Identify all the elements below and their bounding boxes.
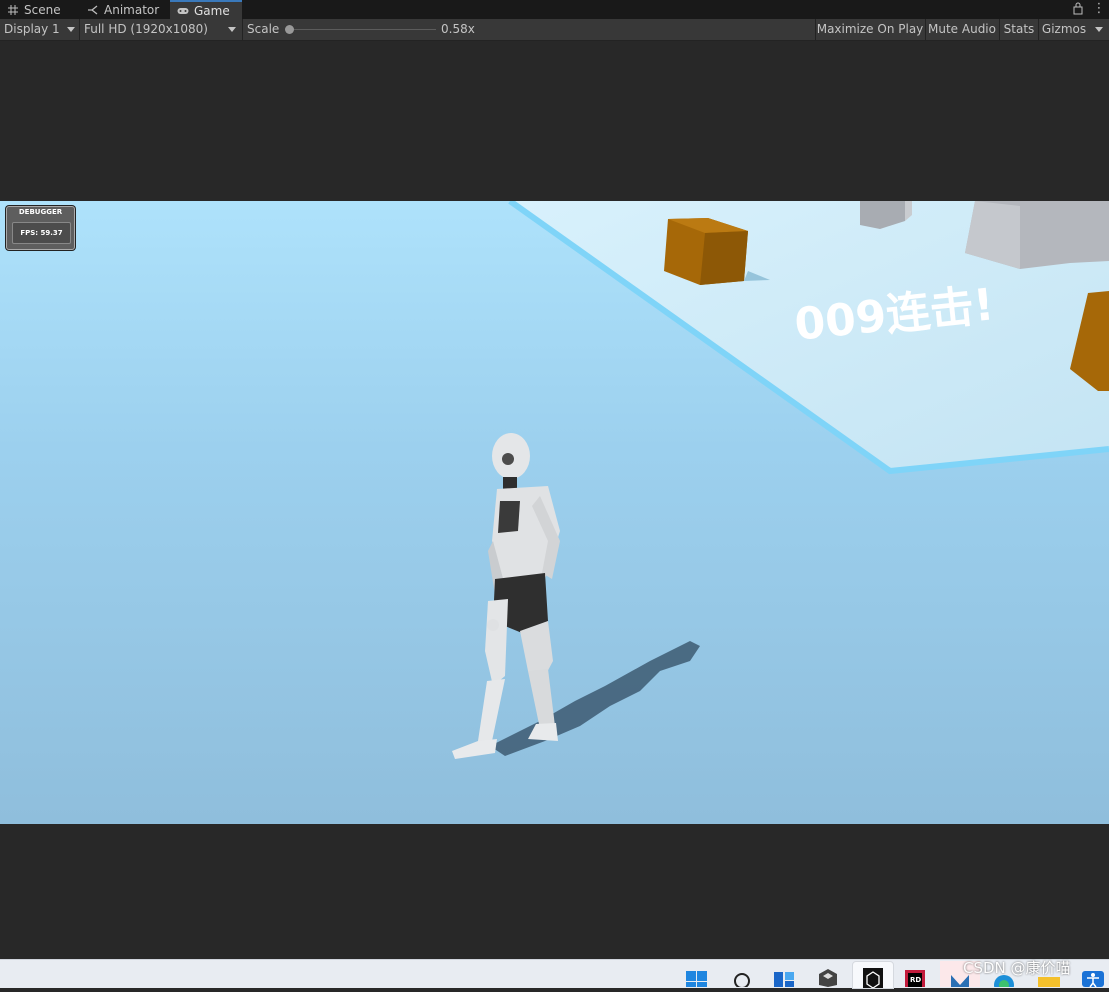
chevron-down-icon (1095, 27, 1103, 32)
scale-label: Scale (247, 22, 280, 36)
animator-icon (88, 4, 98, 15)
character (452, 433, 560, 759)
tab-animator-label: Animator (104, 2, 160, 17)
task-view-icon[interactable] (771, 963, 797, 987)
mute-audio-toggle[interactable]: Mute Audio (926, 19, 998, 40)
rider-icon[interactable]: RD (902, 963, 928, 987)
scale-value: 0.58x (441, 22, 475, 36)
gizmos-toggle[interactable]: Gizmos (1039, 19, 1089, 40)
tab-game-label: Game (194, 3, 230, 18)
display-label: Display 1 (4, 22, 60, 36)
character-shadow (490, 641, 700, 756)
game-scene: 009连击! (452, 201, 1109, 759)
tab-animator[interactable]: Animator (80, 0, 168, 19)
divider (242, 19, 243, 40)
accessibility-icon[interactable] (1080, 963, 1106, 988)
display-dropdown[interactable]: Display 1 (0, 19, 78, 40)
kebab-menu-icon[interactable]: ⋮ (1092, 0, 1106, 18)
debugger-title: DEBUGGER (18, 208, 63, 216)
tab-scene-label: Scene (24, 2, 61, 17)
tab-game[interactable]: Game (170, 0, 242, 19)
windows-start-icon[interactable] (684, 963, 710, 987)
gamepad-icon (177, 7, 189, 14)
search-icon[interactable] (729, 963, 755, 989)
tab-bar: Scene Animator Game ⋮ (0, 0, 1109, 19)
scale-slider-track[interactable] (288, 29, 436, 30)
maximize-on-play-toggle[interactable]: Maximize On Play (816, 19, 924, 40)
scale-slider-thumb[interactable] (285, 25, 294, 34)
stats-toggle[interactable]: Stats (1000, 19, 1038, 40)
tab-scene[interactable]: Scene (0, 0, 75, 19)
resolution-label: Full HD (1920x1080) (84, 22, 208, 36)
resolution-dropdown[interactable]: Full HD (1920x1080) (80, 19, 241, 40)
game-toolbar: Display 1 Full HD (1920x1080) Scale 0.58… (0, 19, 1109, 41)
chevron-down-icon (67, 27, 75, 32)
fps-readout: FPS: 59.37 (12, 222, 71, 244)
game-viewport[interactable]: 009连击! (0, 201, 1109, 824)
grid-icon (8, 4, 18, 15)
unity-hub-icon[interactable] (815, 963, 841, 987)
gizmos-dropdown[interactable] (1090, 19, 1109, 40)
unity-icon[interactable] (852, 961, 894, 989)
watermark: CSDN @康价喵 (963, 959, 1071, 977)
crate-side (700, 231, 748, 285)
svg-text:RD: RD (910, 976, 921, 984)
lock-icon[interactable] (1072, 2, 1084, 16)
debugger-panel[interactable]: DEBUGGER FPS: 59.37 (6, 206, 75, 250)
chevron-down-icon (228, 27, 236, 32)
